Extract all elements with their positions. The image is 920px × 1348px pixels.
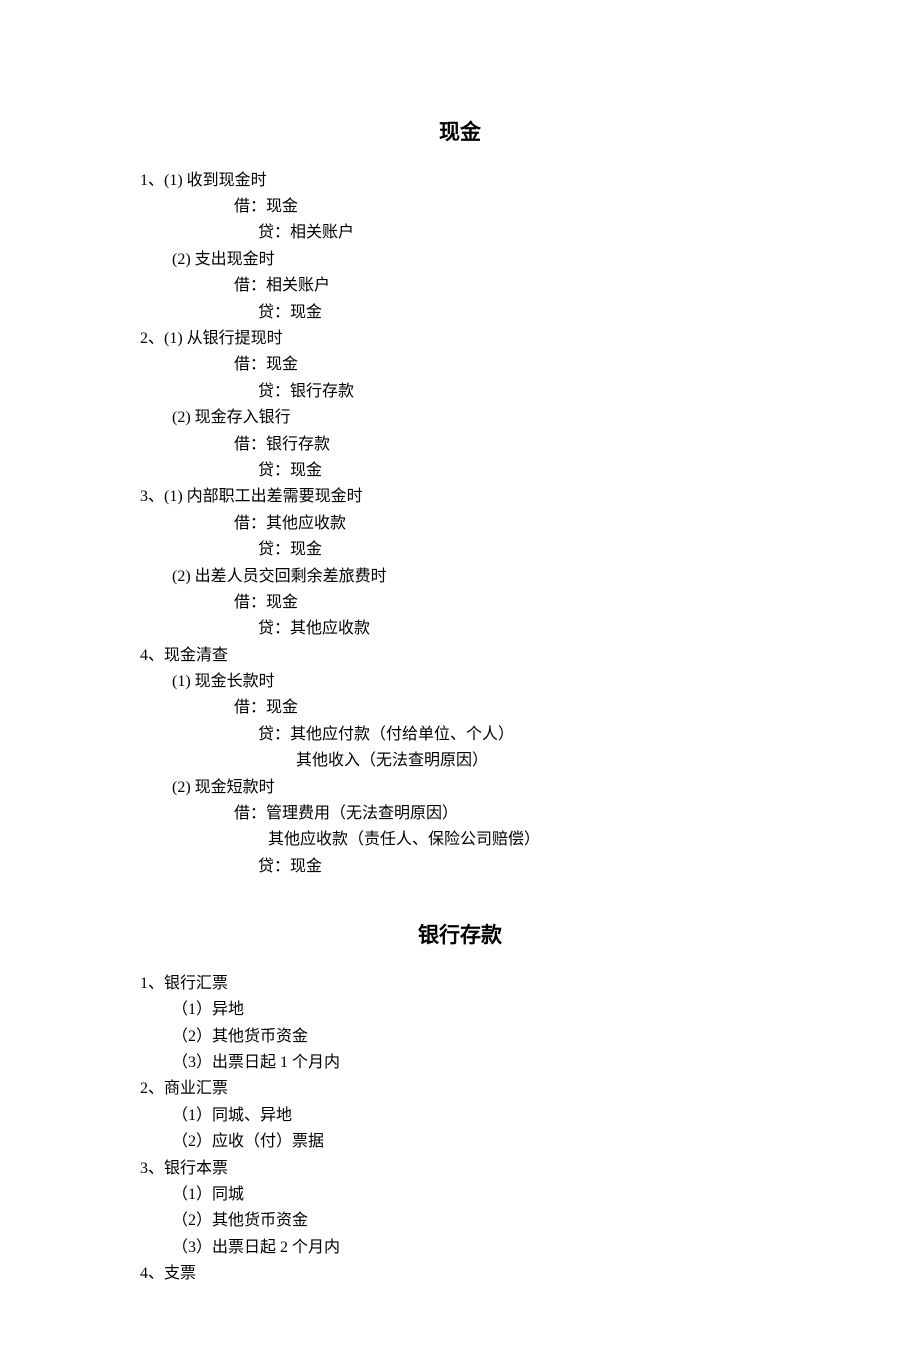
text-line: 贷：相关账户 (140, 220, 780, 246)
text-line: 3、(1) 内部职工出差需要现金时 (140, 484, 780, 510)
text-line: （2）应收（付）票据 (140, 1129, 780, 1155)
text-line: （1）同城 (140, 1182, 780, 1208)
text-line: 1、银行汇票 (140, 971, 780, 997)
section-title-cash: 现金 (140, 115, 780, 150)
section-cash-body: 1、(1) 收到现金时 借：现金 贷：相关账户 (2) 支出现金时 借：相关账户… (140, 168, 780, 881)
text-line: 贷：银行存款 (140, 379, 780, 405)
text-line: 贷：现金 (140, 537, 780, 563)
text-line: (2) 现金短款时 (140, 775, 780, 801)
text-line: (2) 出差人员交回剩余差旅费时 (140, 564, 780, 590)
text-line: (1) 现金长款时 (140, 669, 780, 695)
text-line: （2）其他货币资金 (140, 1024, 780, 1050)
text-line: 贷：现金 (140, 458, 780, 484)
text-line: 贷：其他应付款（付给单位、个人） (140, 722, 780, 748)
text-line: 借：其他应收款 (140, 511, 780, 537)
text-line: 4、支票 (140, 1261, 780, 1287)
section-bank-body: 1、银行汇票 （1）异地 （2）其他货币资金 （3）出票日起 1 个月内 2、商… (140, 971, 780, 1288)
text-line: 借：现金 (140, 352, 780, 378)
text-line: 借：银行存款 (140, 432, 780, 458)
text-line: 借：现金 (140, 590, 780, 616)
text-line: 贷：现金 (140, 854, 780, 880)
text-line: 其他应收款（责任人、保险公司赔偿） (140, 827, 780, 853)
text-line: 贷：现金 (140, 300, 780, 326)
section-title-bank: 银行存款 (140, 918, 780, 953)
text-line: （2）其他货币资金 (140, 1208, 780, 1234)
text-line: 借：现金 (140, 695, 780, 721)
text-line: （1）同城、异地 (140, 1103, 780, 1129)
text-line: (2) 现金存入银行 (140, 405, 780, 431)
document-page: 现金 1、(1) 收到现金时 借：现金 贷：相关账户 (2) 支出现金时 借：相… (0, 0, 920, 1348)
text-line: 借：现金 (140, 194, 780, 220)
text-line: 借：管理费用（无法查明原因） (140, 801, 780, 827)
text-line: （3）出票日起 2 个月内 (140, 1235, 780, 1261)
text-line: （3）出票日起 1 个月内 (140, 1050, 780, 1076)
text-line: 2、(1) 从银行提现时 (140, 326, 780, 352)
text-line: (2) 支出现金时 (140, 247, 780, 273)
text-line: 贷：其他应收款 (140, 616, 780, 642)
text-line: 4、现金清查 (140, 643, 780, 669)
text-line: 3、银行本票 (140, 1156, 780, 1182)
text-line: 其他收入（无法查明原因） (140, 748, 780, 774)
text-line: 借：相关账户 (140, 273, 780, 299)
text-line: （1）异地 (140, 997, 780, 1023)
text-line: 2、商业汇票 (140, 1076, 780, 1102)
text-line: 1、(1) 收到现金时 (140, 168, 780, 194)
